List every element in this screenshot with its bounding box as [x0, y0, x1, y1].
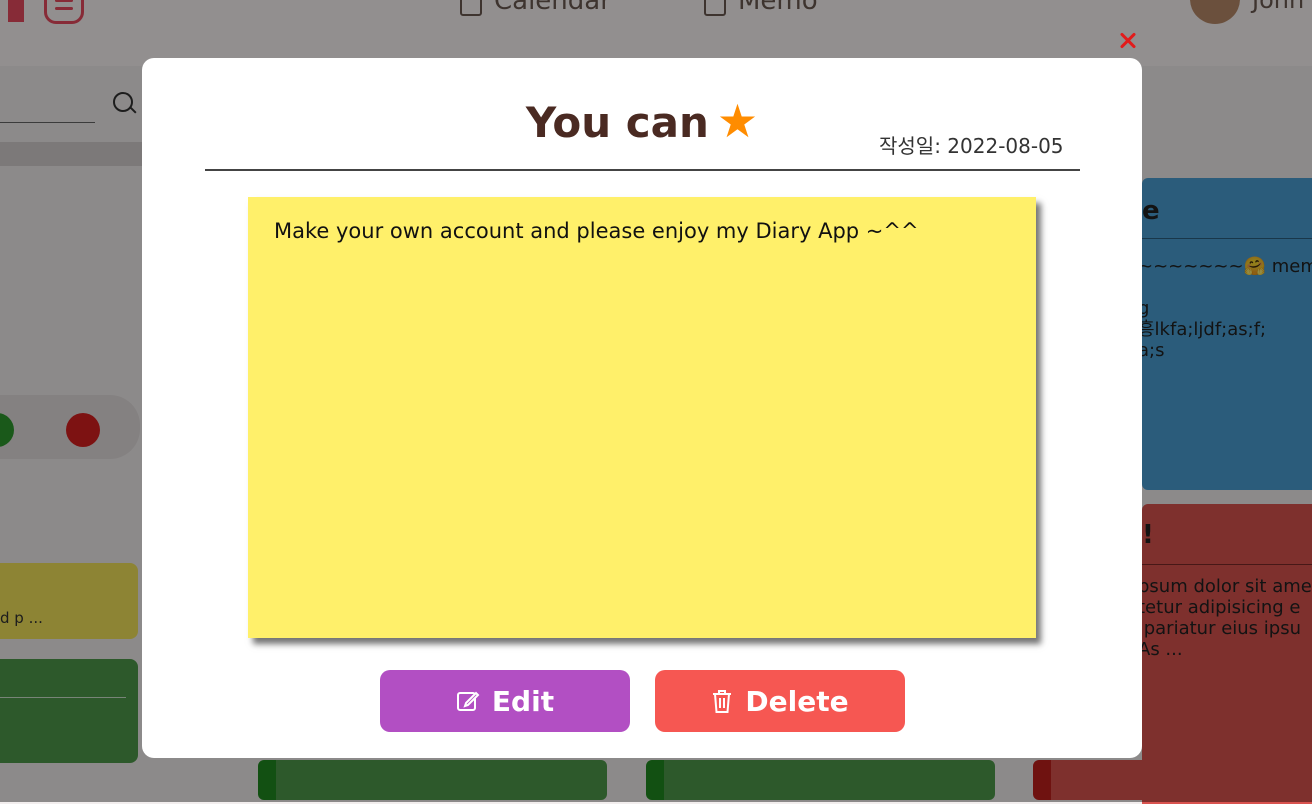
edit-icon [456, 689, 480, 713]
trash-icon [711, 688, 733, 714]
star-icon[interactable]: ★ [717, 94, 758, 148]
delete-button[interactable]: Delete [655, 670, 905, 732]
edit-button[interactable]: Edit [380, 670, 630, 732]
edit-button-label: Edit [491, 684, 555, 718]
delete-button-label: Delete [745, 684, 849, 718]
title-divider [205, 169, 1080, 171]
close-icon[interactable] [1116, 28, 1142, 54]
memo-title-text: You can [525, 98, 709, 147]
memo-note: Make your own account and please enjoy m… [248, 197, 1036, 638]
memo-content: Make your own account and please enjoy m… [274, 219, 919, 243]
created-date: 작성일: 2022-08-05 [879, 134, 1064, 158]
memo-detail-modal: You can ★ 작성일: 2022-08-05 Make your own a… [142, 58, 1142, 758]
